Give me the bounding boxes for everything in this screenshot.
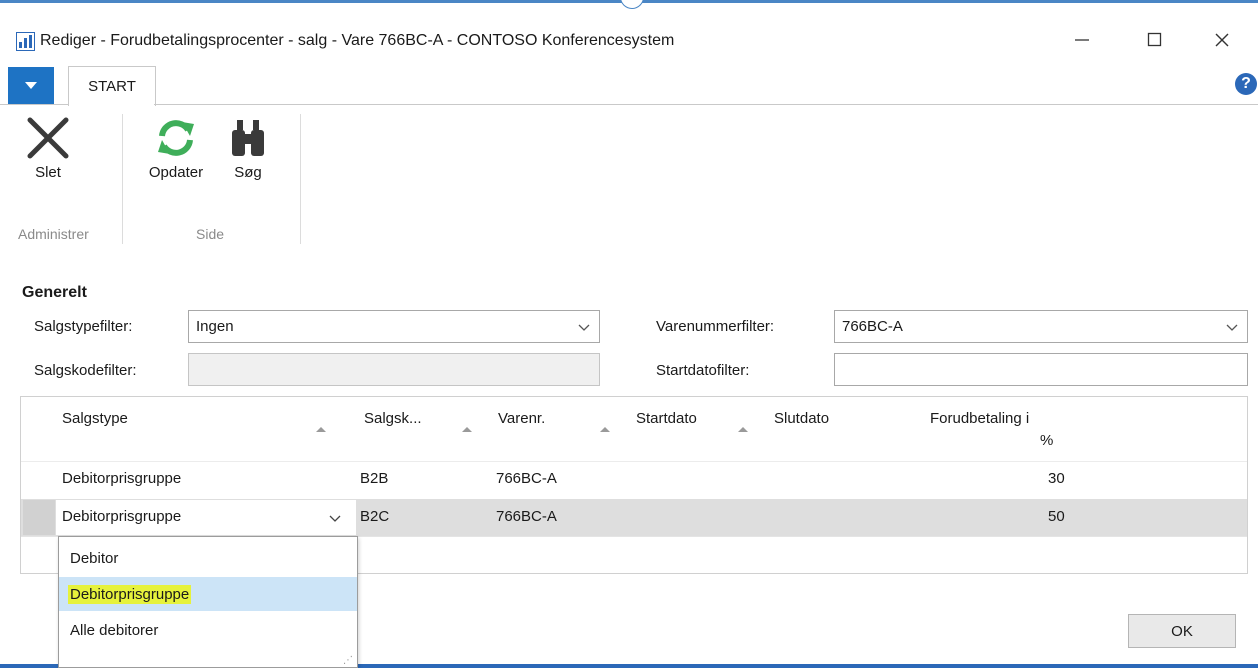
column-header-prepayment[interactable]: Forudbetaling i xyxy=(930,410,1029,427)
column-header-end-date[interactable]: Slutdato xyxy=(774,410,829,427)
chevron-down-icon xyxy=(578,324,590,331)
item-no-filter-select[interactable]: 766BC-A xyxy=(834,310,1248,343)
group-label-page: Side xyxy=(196,226,225,242)
sort-arrow-icon xyxy=(316,427,326,432)
minimize-icon xyxy=(1075,39,1089,41)
sales-type-dropdown: Debitor Debitorprisgruppe Alle debitorer xyxy=(58,536,358,668)
column-header-sales-type[interactable]: Salgstype xyxy=(62,410,128,427)
sort-arrow-icon xyxy=(462,427,472,432)
start-date-filter-input[interactable] xyxy=(834,353,1248,386)
item-no-filter-value: 766BC-A xyxy=(842,318,903,335)
ribbon-group-separator xyxy=(122,114,123,244)
column-header-start-date[interactable]: Startdato xyxy=(636,410,697,427)
dropdown-option-alle-debitorer[interactable]: Alle debitorer xyxy=(59,613,357,647)
start-date-filter-label: Startdatofilter: xyxy=(656,362,750,379)
find-label: Søg xyxy=(234,164,262,181)
delete-button[interactable]: Slet xyxy=(22,116,74,181)
refresh-icon xyxy=(158,120,194,156)
ribbon-group-separator xyxy=(300,114,301,244)
maximize-icon xyxy=(1147,32,1162,47)
chevron-down-icon xyxy=(1226,324,1238,331)
tab-start[interactable]: START xyxy=(68,66,156,106)
dropdown-option-label: Debitorprisgruppe xyxy=(68,584,192,604)
ok-button[interactable]: OK xyxy=(1128,614,1236,648)
row-1-prepayment[interactable]: 30 xyxy=(1048,470,1065,487)
chevron-down-icon[interactable] xyxy=(328,511,342,525)
group-label-manage: Administrer xyxy=(18,226,89,242)
row-1-item-no[interactable]: 766BC-A xyxy=(496,470,557,487)
binoculars-icon xyxy=(232,120,264,156)
row-1-sales-code[interactable]: B2B xyxy=(360,470,388,487)
sales-code-filter-input xyxy=(188,353,600,386)
delete-label: Slet xyxy=(35,164,61,181)
x-icon xyxy=(27,117,69,159)
row-2-prepayment[interactable]: 50 xyxy=(1048,508,1065,525)
window-title: Rediger - Forudbetalingsprocenter - salg… xyxy=(40,32,675,49)
sales-type-filter-label: Salgstypefilter: xyxy=(34,318,133,335)
row-2-sales-code[interactable]: B2C xyxy=(360,508,389,525)
item-no-filter-label: Varenummerfilter: xyxy=(656,318,775,335)
dropdown-arrow-icon xyxy=(25,82,37,89)
column-header-item-no[interactable]: Varenr. xyxy=(498,410,545,427)
window-top-notch xyxy=(620,0,644,9)
maximize-button[interactable] xyxy=(1135,22,1175,58)
dropdown-option-debitor[interactable]: Debitor xyxy=(59,541,357,575)
column-header-prepayment-unit: % xyxy=(1040,432,1054,449)
sort-arrow-icon xyxy=(600,427,610,432)
dropdown-option-debitorprisgruppe[interactable]: Debitorprisgruppe xyxy=(59,577,357,611)
sales-code-filter-label: Salgskodefilter: xyxy=(34,362,137,379)
app-icon xyxy=(16,32,35,51)
row-1-sales-type[interactable]: Debitorprisgruppe xyxy=(62,470,181,487)
ribbon-divider xyxy=(0,104,68,105)
sort-arrow-icon xyxy=(738,427,748,432)
row-divider xyxy=(21,461,1247,462)
sales-type-filter-value: Ingen xyxy=(196,318,234,335)
row-selector[interactable] xyxy=(23,500,55,535)
section-title: Generelt xyxy=(22,284,87,301)
find-button[interactable]: Søg xyxy=(228,116,268,181)
column-header-sales-code[interactable]: Salgsk... xyxy=(364,410,422,427)
refresh-button[interactable]: Opdater xyxy=(136,116,216,181)
close-button[interactable] xyxy=(1202,22,1242,58)
ribbon-menu-button[interactable] xyxy=(8,67,54,105)
sales-type-filter-select[interactable]: Ingen xyxy=(188,310,600,343)
row-2-sales-type[interactable]: Debitorprisgruppe xyxy=(62,508,181,525)
resize-grip-icon[interactable]: ⋰ xyxy=(343,655,353,666)
refresh-label: Opdater xyxy=(148,164,204,181)
help-icon[interactable]: ? xyxy=(1235,73,1257,95)
minimize-button[interactable] xyxy=(1062,22,1102,58)
row-2-item-no[interactable]: 766BC-A xyxy=(496,508,557,525)
close-icon xyxy=(1215,33,1229,47)
ribbon-divider xyxy=(154,104,1258,105)
